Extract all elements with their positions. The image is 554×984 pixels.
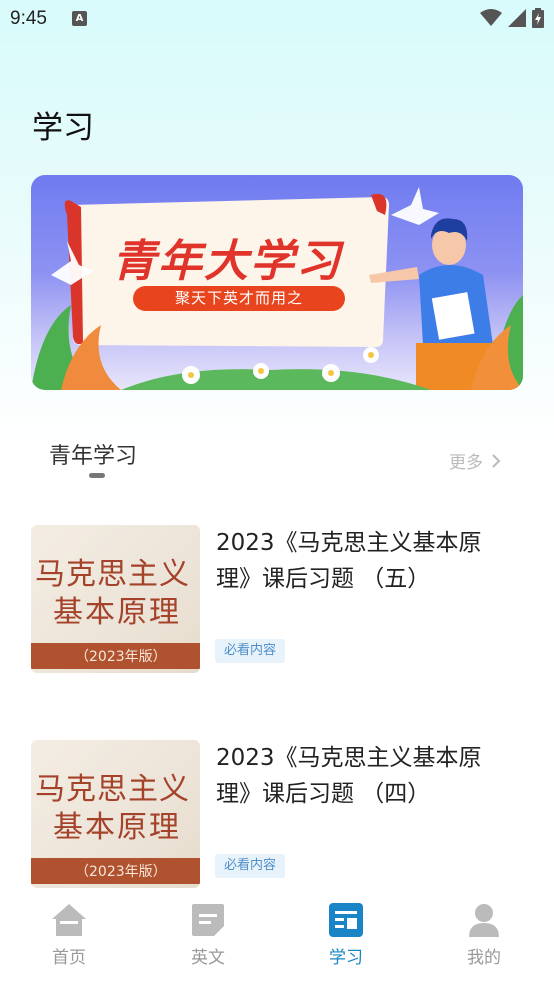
thumbnail-text-line2: 基本原理 [53, 595, 181, 630]
nav-label-study: 学习 [329, 948, 363, 968]
nav-item-mine[interactable]: 我的 [434, 890, 534, 980]
notification-a-icon: A [72, 11, 87, 26]
more-link[interactable]: 更多 [449, 448, 501, 473]
list-item[interactable]: 马克思主义 基本原理 （2023年版） 2023《马克思主义基本原理》课后习题 … [31, 740, 523, 890]
thumbnail-band-text: （2023年版） [75, 864, 167, 880]
status-indicators [480, 8, 544, 28]
article-title: 2023《马克思主义基本原理》课后习题 （五） [216, 530, 482, 592]
page-title: 学习 [32, 110, 94, 146]
chevron-right-icon [492, 453, 501, 468]
thumbnail-text-line2: 基本原理 [53, 810, 181, 845]
battery-icon [532, 8, 544, 28]
status-bar: 9:45 A [0, 0, 554, 38]
user-icon [469, 904, 499, 937]
signal-icon [508, 9, 526, 27]
thumbnail-band-text: （2023年版） [75, 649, 167, 665]
home-icon [52, 904, 86, 936]
document-icon [192, 904, 224, 936]
banner-title: 青年大学习 [112, 236, 342, 287]
nav-item-home[interactable]: 首页 [19, 890, 119, 980]
list-item[interactable]: 马克思主义 基本原理 （2023年版） 2023《马克思主义基本原理》课后习题 … [31, 525, 523, 675]
article-thumbnail: 马克思主义 基本原理 （2023年版） [31, 740, 200, 888]
banner-subtitle: 聚天下英才而用之 [133, 286, 345, 311]
status-time: 9:45 [10, 8, 47, 29]
section-tab-indicator [89, 473, 105, 478]
section-title[interactable]: 青年学习 [49, 438, 137, 470]
article-title: 2023《马克思主义基本原理》课后习题 （四） [216, 745, 482, 807]
wifi-icon [480, 9, 502, 26]
nav-label-home: 首页 [52, 948, 86, 968]
nav-item-english[interactable]: 英文 [158, 890, 258, 980]
study-icon [329, 903, 363, 937]
must-read-tag: 必看内容 [215, 854, 286, 878]
nav-label-mine: 我的 [467, 948, 501, 968]
more-label: 更多 [449, 453, 483, 473]
nav-item-study[interactable]: 学习 [296, 890, 396, 980]
bottom-nav: 首页 英文 学习 我的 [0, 890, 554, 984]
nav-label-english: 英文 [191, 948, 225, 968]
must-read-tag: 必看内容 [215, 639, 286, 663]
article-thumbnail: 马克思主义 基本原理 （2023年版） [31, 525, 200, 673]
